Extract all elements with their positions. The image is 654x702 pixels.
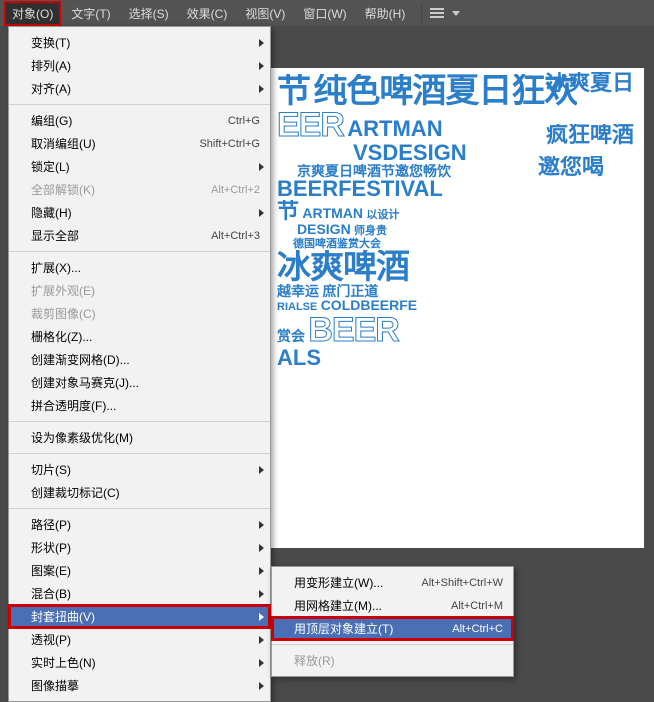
menu-item-label: 释放(R) — [294, 652, 503, 669]
menu-item: 全部解锁(K)Alt+Ctrl+2 — [9, 178, 270, 201]
menu-item-label: 用顶层对象建立(T) — [294, 620, 452, 637]
menu-item-label: 图像描摹 — [31, 677, 260, 694]
menu-item-shortcut: Alt+Ctrl+3 — [211, 230, 260, 242]
menu-item-label: 创建裁切标记(C) — [31, 484, 260, 501]
menu-item[interactable]: 创建裁切标记(C) — [9, 481, 270, 504]
menu-item[interactable]: 透视(P) — [9, 628, 270, 651]
submenu-arrow-icon — [259, 636, 264, 644]
menu-item[interactable]: 显示全部Alt+Ctrl+3 — [9, 224, 270, 247]
menu-item-shortcut: Alt+Ctrl+M — [451, 600, 503, 612]
submenu-arrow-icon — [259, 39, 264, 47]
menu-item[interactable]: 栅格化(Z)... — [9, 325, 270, 348]
menu-item: 裁剪图像(C) — [9, 302, 270, 325]
menu-window[interactable]: 窗口(W) — [295, 1, 354, 26]
menu-type[interactable]: 文字(T) — [63, 1, 118, 26]
menu-item-label: 全部解锁(K) — [31, 181, 211, 198]
menu-item: 扩展外观(E) — [9, 279, 270, 302]
menu-item[interactable]: 锁定(L) — [9, 155, 270, 178]
menu-object[interactable]: 对象(O) — [4, 1, 61, 26]
menu-help[interactable]: 帮助(H) — [357, 1, 414, 26]
menu-item[interactable]: 切片(S) — [9, 458, 270, 481]
menu-item[interactable]: 用顶层对象建立(T)Alt+Ctrl+C — [272, 617, 513, 640]
menubar: 对象(O) 文字(T) 选择(S) 效果(C) 视图(V) 窗口(W) 帮助(H… — [0, 0, 654, 26]
submenu-arrow-icon — [259, 682, 264, 690]
submenu-arrow-icon — [259, 466, 264, 474]
menu-item: 释放(R) — [272, 649, 513, 672]
menu-item-label: 透视(P) — [31, 631, 260, 648]
menu-item-label: 设为像素级优化(M) — [31, 429, 260, 446]
menu-item-label: 编组(G) — [31, 112, 228, 129]
submenu-arrow-icon — [259, 521, 264, 529]
submenu-arrow-icon — [259, 209, 264, 217]
menu-item-label: 锁定(L) — [31, 158, 260, 175]
menu-item[interactable]: 设为像素级优化(M) — [9, 426, 270, 449]
menu-item-shortcut: Alt+Ctrl+2 — [211, 184, 260, 196]
submenu-arrow-icon — [259, 85, 264, 93]
submenu-arrow-icon — [259, 659, 264, 667]
menu-item-shortcut: Ctrl+G — [228, 115, 260, 127]
menu-item[interactable]: 创建渐变网格(D)... — [9, 348, 270, 371]
menubar-extras — [430, 8, 460, 18]
menu-item-shortcut: Alt+Shift+Ctrl+W — [421, 577, 503, 589]
submenu-arrow-icon — [259, 590, 264, 598]
dropdown-icon[interactable] — [452, 11, 460, 16]
menu-item-label: 扩展外观(E) — [31, 282, 260, 299]
submenu-arrow-icon — [259, 567, 264, 575]
menu-item-label: 混合(B) — [31, 585, 260, 602]
menu-item[interactable]: 拼合透明度(F)... — [9, 394, 270, 417]
submenu-arrow-icon — [259, 613, 264, 621]
menu-item-label: 图案(E) — [31, 562, 260, 579]
document-canvas[interactable]: 节 纯色啤酒夏日狂欢 EER ARTMAN VSDESIGN 京爽夏日啤酒节邀您… — [271, 68, 644, 548]
menu-select[interactable]: 选择(S) — [121, 1, 177, 26]
menu-item[interactable]: 用网格建立(M)...Alt+Ctrl+M — [272, 594, 513, 617]
envelope-distort-submenu: 用变形建立(W)...Alt+Shift+Ctrl+W用网格建立(M)...Al… — [271, 566, 514, 677]
artwork-text: 节 纯色啤酒夏日狂欢 EER ARTMAN VSDESIGN 京爽夏日啤酒节邀您… — [271, 68, 644, 375]
menu-item-label: 创建渐变网格(D)... — [31, 351, 260, 368]
menu-item[interactable]: 形状(P) — [9, 536, 270, 559]
menu-item-label: 扩展(X)... — [31, 259, 260, 276]
menu-item[interactable]: 扩展(X)... — [9, 256, 270, 279]
menu-item-label: 裁剪图像(C) — [31, 305, 260, 322]
menu-item[interactable]: 图案(E) — [9, 559, 270, 582]
menu-item-label: 对齐(A) — [31, 80, 260, 97]
menu-item[interactable]: 变换(T) — [9, 31, 270, 54]
menu-item-label: 创建对象马赛克(J)... — [31, 374, 260, 391]
menu-item[interactable]: 封套扭曲(V) — [9, 605, 270, 628]
panel-menu-icon[interactable] — [430, 8, 444, 18]
submenu-arrow-icon — [259, 163, 264, 171]
menu-item-label: 取消编组(U) — [31, 135, 199, 152]
menu-item-label: 排列(A) — [31, 57, 260, 74]
menu-item-label: 切片(S) — [31, 461, 260, 478]
menu-item-label: 路径(P) — [31, 516, 260, 533]
submenu-arrow-icon — [259, 544, 264, 552]
menu-item-label: 栅格化(Z)... — [31, 328, 260, 345]
menu-item[interactable]: 用变形建立(W)...Alt+Shift+Ctrl+W — [272, 571, 513, 594]
menu-item-label: 封套扭曲(V) — [31, 608, 260, 625]
menu-item-shortcut: Alt+Ctrl+C — [452, 623, 503, 635]
menu-item-label: 隐藏(H) — [31, 204, 260, 221]
menu-item-label: 变换(T) — [31, 34, 260, 51]
menu-item-label: 拼合透明度(F)... — [31, 397, 260, 414]
menu-item-label: 显示全部 — [31, 227, 211, 244]
menu-item[interactable]: 隐藏(H) — [9, 201, 270, 224]
menu-item-shortcut: Shift+Ctrl+G — [199, 138, 260, 150]
menu-view[interactable]: 视图(V) — [237, 1, 293, 26]
menu-item-label: 形状(P) — [31, 539, 260, 556]
menu-item[interactable]: 排列(A) — [9, 54, 270, 77]
menu-item[interactable]: 实时上色(N) — [9, 651, 270, 674]
menu-item-label: 用网格建立(M)... — [294, 597, 451, 614]
separator — [421, 4, 422, 22]
menu-item[interactable]: 混合(B) — [9, 582, 270, 605]
menu-item[interactable]: 对齐(A) — [9, 77, 270, 100]
menu-effect[interactable]: 效果(C) — [179, 1, 236, 26]
menu-item-label: 实时上色(N) — [31, 654, 260, 671]
object-dropdown-menu: 变换(T)排列(A)对齐(A)编组(G)Ctrl+G取消编组(U)Shift+C… — [8, 26, 271, 702]
menu-item[interactable]: 图像描摹 — [9, 674, 270, 697]
menu-item[interactable]: 编组(G)Ctrl+G — [9, 109, 270, 132]
menu-item[interactable]: 路径(P) — [9, 513, 270, 536]
menu-item[interactable]: 取消编组(U)Shift+Ctrl+G — [9, 132, 270, 155]
submenu-arrow-icon — [259, 62, 264, 70]
menu-item[interactable]: 创建对象马赛克(J)... — [9, 371, 270, 394]
menu-item-label: 用变形建立(W)... — [294, 574, 421, 591]
